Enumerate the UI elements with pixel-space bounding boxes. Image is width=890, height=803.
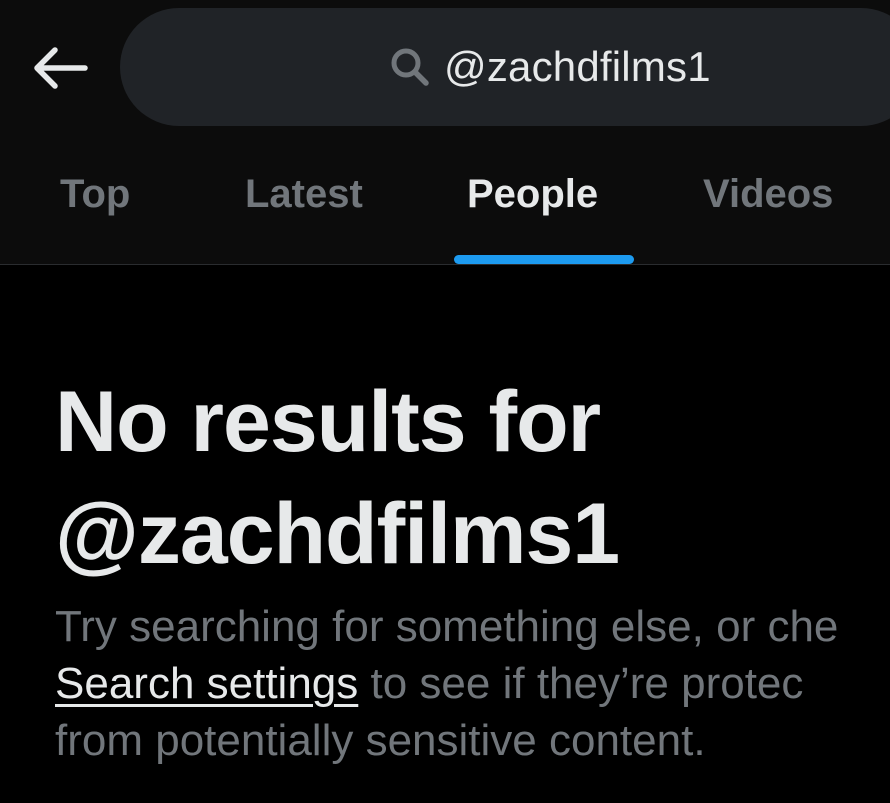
message-line-3: from potentially sensitive content.	[55, 716, 706, 765]
empty-state-message: Try searching for something else, or che…	[55, 598, 890, 769]
tab-people[interactable]: People	[467, 172, 598, 217]
message-line-1: Try searching for something else, or che	[55, 602, 839, 651]
arrow-left-icon	[34, 47, 88, 89]
search-header: @zachdfilms1 Top Latest People Videos	[0, 0, 890, 265]
search-tabs: Top Latest People Videos	[0, 150, 890, 250]
search-input[interactable]: @zachdfilms1	[120, 8, 890, 126]
title-line-2: @zachdfilms1	[55, 486, 620, 582]
search-query: @zachdfilms1	[444, 43, 711, 90]
tab-latest[interactable]: Latest	[245, 172, 363, 217]
message-line-2: to see if they’re protec	[358, 659, 804, 708]
tab-top[interactable]: Top	[60, 172, 130, 217]
search-content: @zachdfilms1	[388, 8, 711, 126]
tab-videos[interactable]: Videos	[703, 172, 833, 217]
screen: @zachdfilms1 Top Latest People Videos No…	[0, 0, 890, 803]
title-line-1: No results for	[55, 374, 601, 470]
empty-state-title: No results for @zachdfilms1	[55, 366, 890, 590]
search-icon	[388, 45, 432, 89]
search-settings-link[interactable]: Search settings	[55, 659, 358, 708]
back-button[interactable]	[28, 40, 92, 96]
active-tab-indicator	[454, 255, 634, 264]
